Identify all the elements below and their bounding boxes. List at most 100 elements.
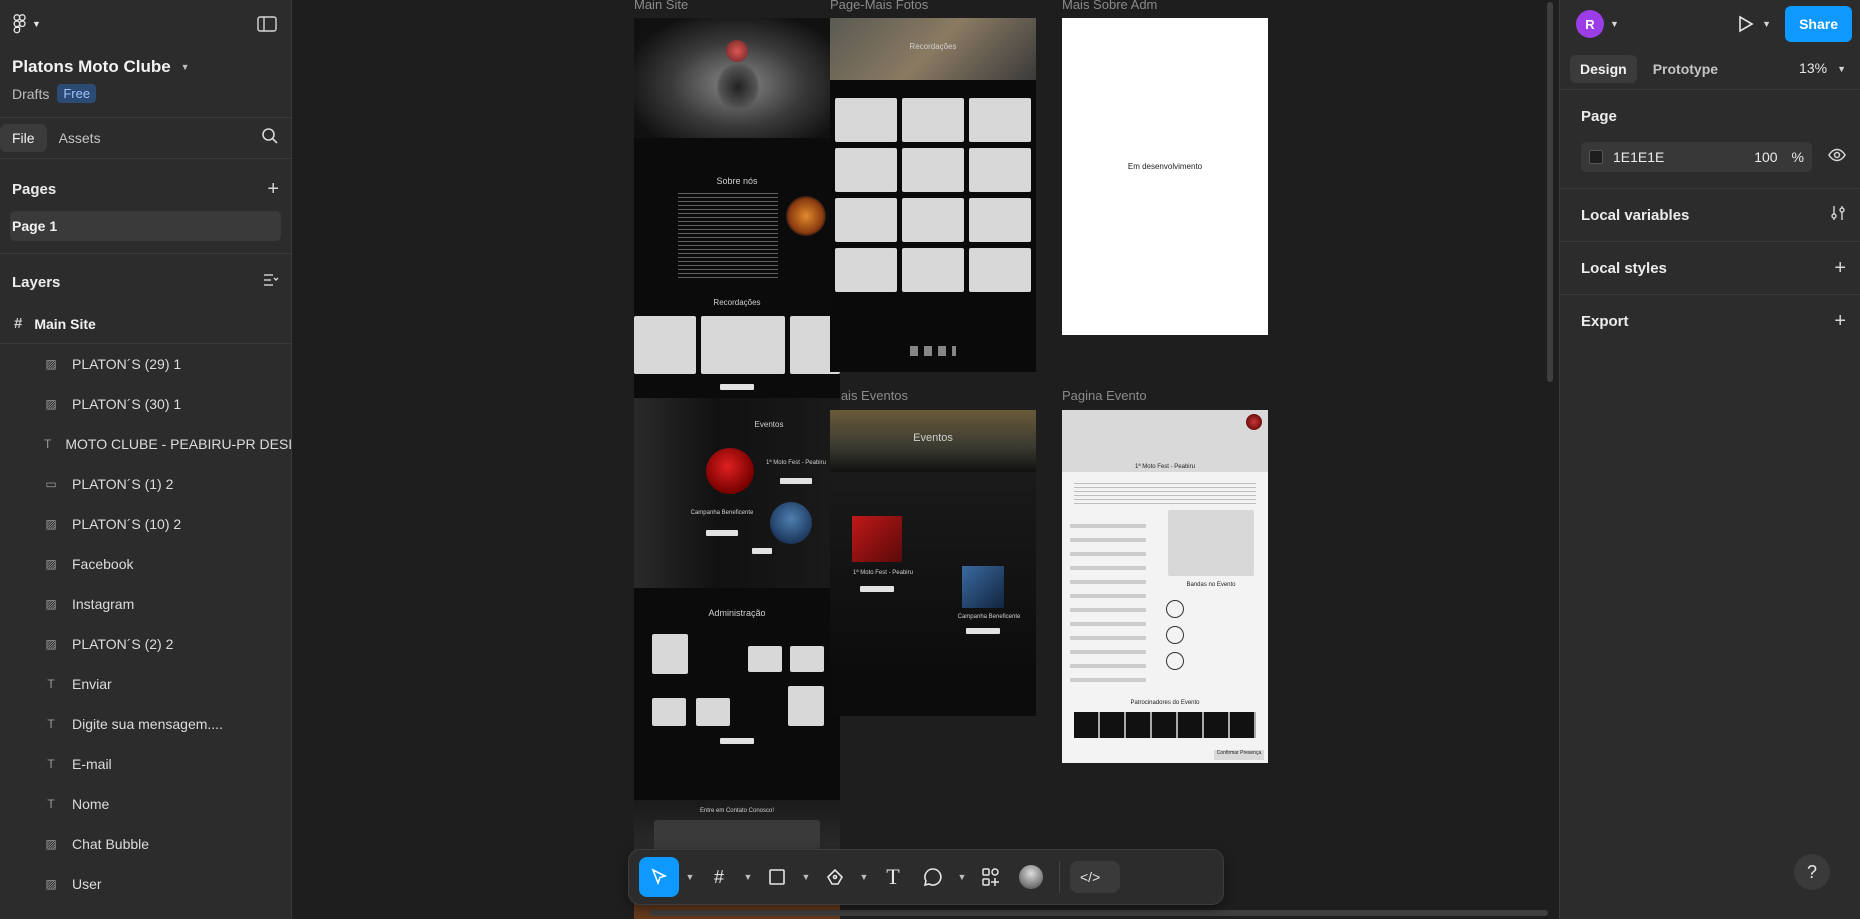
page-color-value[interactable]: 1E1E1E	[1613, 149, 1664, 165]
frame-pagina-evento[interactable]: 1ª Moto Fest - Peabiru Bandas no Evento …	[1062, 410, 1268, 763]
frame-page-mais-fotos[interactable]: Recordações	[830, 18, 1036, 372]
admin-photo	[652, 634, 688, 674]
photo-placeholder	[969, 248, 1031, 292]
chevron-down-icon[interactable]: ▼	[741, 857, 755, 897]
actions-icon	[982, 868, 999, 886]
avatar[interactable]: R	[1576, 10, 1604, 38]
page-color-field[interactable]: 1E1E1E 100 %	[1581, 142, 1812, 172]
layer-item[interactable]: ▨ PLATON´S (30) 1	[0, 384, 291, 424]
layer-item[interactable]: ▨ PLATON´S (10) 2	[0, 504, 291, 544]
layer-item[interactable]: ▨ Instagram	[0, 584, 291, 624]
user-menu[interactable]: R ▼	[1576, 10, 1619, 38]
rectangle-tool-button[interactable]	[759, 857, 795, 897]
layer-item[interactable]: ▨ PLATON´S (29) 1	[0, 344, 291, 384]
event-button[interactable]	[780, 478, 812, 484]
admin-photo	[790, 646, 824, 672]
chevron-down-icon: ▼	[1610, 19, 1619, 29]
collapse-layers-icon[interactable]	[263, 273, 279, 291]
layer-item[interactable]: ▨ Facebook	[0, 544, 291, 584]
export-section[interactable]: Export +	[1560, 295, 1860, 347]
left-panel-tabs: File Assets	[0, 117, 291, 159]
evento-title: 1ª Moto Fest - Peabiru	[1135, 464, 1195, 470]
move-tool-button[interactable]	[639, 857, 679, 897]
tab-prototype[interactable]: Prototype	[1643, 55, 1728, 83]
search-icon[interactable]	[261, 127, 279, 150]
layer-item[interactable]: T MOTO CLUBE - PEABIRU-PR DESDE	[0, 424, 291, 464]
tab-assets[interactable]: Assets	[47, 124, 113, 152]
local-variables-section[interactable]: Local variables	[1560, 189, 1860, 242]
variables-icon[interactable]	[1830, 205, 1846, 225]
layer-item[interactable]: T Digite sua mensagem....	[0, 704, 291, 744]
mais-sobre-button[interactable]	[720, 738, 754, 744]
add-page-icon[interactable]: +	[267, 178, 279, 201]
event-button[interactable]	[706, 530, 738, 536]
image-icon: ▨	[45, 557, 57, 571]
horizontal-scrollbar[interactable]	[650, 910, 1548, 916]
frame-label-main-site[interactable]: Main Site	[634, 0, 688, 12]
sobre-text-block	[678, 190, 778, 278]
color-swatch[interactable]	[1589, 150, 1603, 164]
layer-item[interactable]: T Nome	[0, 784, 291, 824]
frame-label-mais-eventos[interactable]: Mais Eventos	[830, 388, 908, 403]
mais-eventos-button[interactable]	[752, 548, 772, 554]
add-export-icon[interactable]: +	[1834, 310, 1846, 333]
layer-item[interactable]: ▭ PLATON´S (1) 2	[0, 464, 291, 504]
photo-placeholder	[902, 198, 964, 242]
frame-label-pagina-evento[interactable]: Pagina Evento	[1062, 388, 1147, 403]
plan-badge[interactable]: Free	[57, 84, 97, 103]
canvas[interactable]: Main Site Page-Mais Fotos Mais Sobre Adm…	[292, 0, 1559, 919]
event-button[interactable]	[966, 628, 1000, 634]
event-button[interactable]	[860, 586, 894, 592]
chevron-down-icon[interactable]: ▼	[857, 857, 871, 897]
local-variables-title: Local variables	[1581, 206, 1690, 224]
fotos-footer-logos	[910, 346, 956, 356]
eye-icon[interactable]	[1828, 148, 1846, 167]
moto-fest-poster	[706, 448, 754, 494]
add-style-icon[interactable]: +	[1834, 257, 1846, 280]
page-item-page-1[interactable]: Page 1	[10, 211, 281, 241]
layer-item[interactable]: T E-mail	[0, 744, 291, 784]
present-button[interactable]: ▼	[1738, 15, 1771, 33]
evento-schedule	[1070, 514, 1146, 684]
banda-avatar	[1166, 600, 1184, 618]
dev-mode-toggle[interactable]: </>	[1070, 861, 1120, 893]
chevron-down-icon[interactable]: ▼	[683, 857, 697, 897]
actions-tool-button[interactable]	[973, 857, 1009, 897]
frame-label-page-mais-fotos[interactable]: Page-Mais Fotos	[830, 0, 928, 12]
layer-item[interactable]: ▨ User	[0, 864, 291, 904]
frame-tool-button[interactable]: #	[701, 857, 737, 897]
text-tool-button[interactable]: T	[875, 857, 911, 897]
mais-fotos-button[interactable]	[720, 384, 754, 390]
page-opacity-value[interactable]: 100	[1754, 149, 1777, 165]
frame-mais-eventos[interactable]: Eventos 1ª Moto Fest - Peabiru Campanha …	[830, 410, 1036, 716]
tab-design[interactable]: Design	[1570, 54, 1637, 83]
project-name-button[interactable]: Platons Moto Clube ▼	[12, 52, 279, 82]
photo-placeholder	[835, 198, 897, 242]
pen-tool-button[interactable]	[817, 857, 853, 897]
code-icon: </>	[1080, 869, 1101, 885]
tab-file[interactable]: File	[0, 124, 47, 152]
frame-label-mais-sobre-adm[interactable]: Mais Sobre Adm	[1062, 0, 1157, 12]
drafts-link[interactable]: Drafts	[12, 86, 49, 102]
help-button[interactable]: ?	[1794, 854, 1830, 890]
chevron-down-icon[interactable]: ▼	[799, 857, 813, 897]
zoom-dropdown[interactable]: 13% ▼	[1799, 60, 1846, 78]
admin-photo	[652, 698, 686, 726]
layer-item[interactable]: ▨ Chat Bubble	[0, 824, 291, 864]
plugin-avatar-button[interactable]	[1013, 857, 1049, 897]
layer-frame-main-site[interactable]: # Main Site	[0, 304, 291, 344]
layer-item[interactable]: ▨ PLATON´S (2) 2	[0, 624, 291, 664]
confirmar-presenca-button[interactable]: Confirmar Presença	[1214, 750, 1264, 760]
layer-item[interactable]: T Enviar	[0, 664, 291, 704]
frame-main-site[interactable]: Sobre nós Recordações Eventos 1ª Moto Fe…	[634, 18, 840, 919]
local-styles-section[interactable]: Local styles +	[1560, 242, 1860, 295]
comment-tool-button[interactable]	[915, 857, 951, 897]
contato-title: Entre em Contato Conosco!	[699, 808, 775, 814]
frame-mais-sobre-adm[interactable]: Em desenvolvimento	[1062, 18, 1268, 335]
vertical-scrollbar[interactable]	[1547, 2, 1553, 382]
chevron-down-icon[interactable]: ▼	[955, 857, 969, 897]
share-button[interactable]: Share	[1785, 6, 1852, 42]
admin-photo	[788, 686, 824, 726]
toggle-sidebar-button[interactable]	[255, 12, 279, 36]
main-menu-button[interactable]: ▼	[12, 14, 41, 34]
